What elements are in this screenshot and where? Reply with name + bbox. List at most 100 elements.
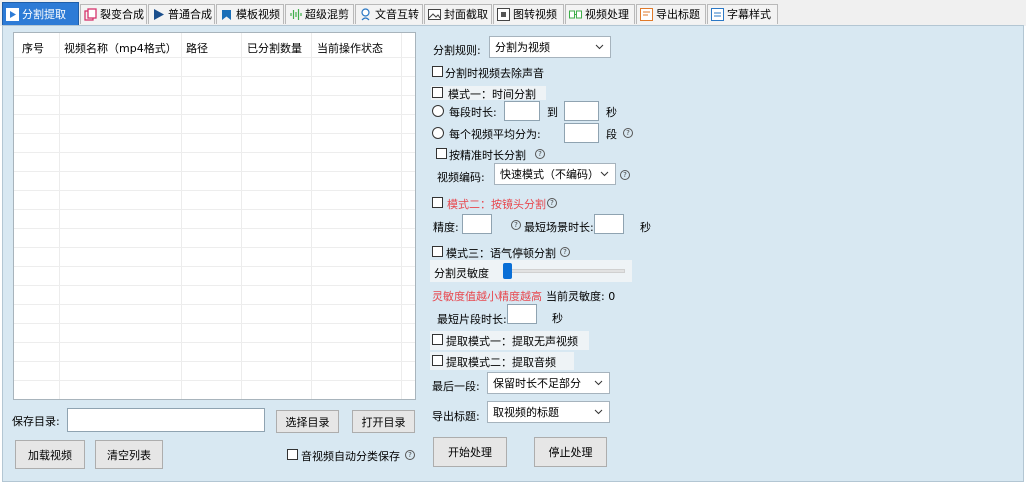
min-scene-label: 最短场景时长: [524,221,594,234]
grid-line [14,133,415,134]
help-icon[interactable]: ? [405,450,415,460]
precise-split-checkbox[interactable] [436,148,447,159]
tab-label: 模板视频 [236,8,280,21]
tab-label: 图转视频 [513,8,557,21]
last-segment-label: 最后一段: [432,380,480,393]
help-icon[interactable]: ? [535,149,545,159]
seconds-label: 秒 [606,106,617,119]
export-title-select[interactable]: 取视频的标题 [487,401,610,423]
extract-mode2-label: 提取模式二：提取音频 [446,356,556,369]
video-list[interactable]: 序号 视频名称（mp4格式） 路径 已分割数量 当前操作状态 [13,32,416,400]
last-segment-select[interactable]: 保留时长不足部分 [487,372,610,394]
per-segment-label: 每段时长: [449,106,497,119]
tab-label: 字幕样式 [727,8,771,21]
to-label: 到 [547,106,558,119]
grid-line [14,323,415,324]
start-button[interactable]: 开始处理 [433,437,507,467]
per-segment-to-input[interactable] [564,101,599,121]
help-icon[interactable]: ? [620,170,630,180]
per-segment-from-input[interactable] [504,101,540,121]
grid-line [14,76,415,77]
column-status[interactable]: 当前操作状态 [317,40,383,56]
precision-input[interactable] [462,214,492,234]
tab-cover-capture[interactable]: 封面截取 [424,4,492,24]
load-video-button[interactable]: 加载视频 [15,440,85,469]
grid-line [14,266,415,267]
split-icon [6,7,19,21]
video-codec-label: 视频编码: [437,171,485,184]
grid-line [14,247,415,248]
help-icon[interactable]: ? [623,128,633,138]
grid-line [14,152,415,153]
column-split-count[interactable]: 已分割数量 [247,40,302,56]
mode2-checkbox[interactable] [432,197,443,208]
tab-export-title[interactable]: 导出标题 [636,4,706,24]
grid-line [14,114,415,115]
open-dir-button[interactable]: 打开目录 [352,410,415,433]
subtitle-icon [711,8,724,21]
grid-line [14,285,415,286]
mute-on-split-label: 分割时视频去除声音 [445,67,544,80]
tab-image-to-video[interactable]: 图转视频 [493,4,564,24]
play-icon [152,8,165,21]
tab-normal-compose[interactable]: 普通合成 [148,4,215,24]
tab-label: 视频处理 [585,8,629,21]
mode1-checkbox[interactable] [432,87,443,98]
clear-list-button[interactable]: 清空列表 [95,440,163,469]
export-title-icon [640,8,653,21]
help-icon[interactable]: ? [511,220,521,230]
chevron-down-icon [600,171,609,177]
grid-line [14,228,415,229]
extract-mode2-checkbox[interactable] [432,355,443,366]
extract-mode1-label: 提取模式一：提取无声视频 [446,335,578,348]
split-rule-select[interactable]: 分割为视频 [489,36,611,58]
save-dir-input[interactable] [67,408,265,432]
grid-line [401,33,402,399]
tab-label: 超级混剪 [305,8,349,21]
tab-video-process[interactable]: 视频处理 [565,4,635,24]
auto-classify-label: 音视频自动分类保存 [301,450,400,463]
split-rule-value: 分割为视频 [495,41,550,54]
save-dir-label: 保存目录: [12,415,60,428]
tab-label: 裂变合成 [100,8,144,21]
mode3-label: 模式三：语气停顿分割 [446,247,556,260]
grid-line [14,95,415,96]
min-scene-input[interactable] [594,214,624,234]
tab-super-mix[interactable]: 超级混剪 [285,4,354,24]
grid-line [14,380,415,381]
tab-strip: 分割提取 裂变合成 普通合成 模板视频 超级混剪 文音互转 封面截取 图转视频 … [0,0,1026,26]
tab-template-video[interactable]: 模板视频 [216,4,284,24]
choose-dir-button[interactable]: 选择目录 [276,410,339,433]
avg-split-radio[interactable] [432,127,444,139]
auto-classify-checkbox[interactable] [287,449,298,460]
sensitivity-label: 分割灵敏度 [434,267,489,280]
tab-label: 分割提取 [22,7,66,21]
avg-split-input[interactable] [564,123,599,143]
column-index[interactable]: 序号 [22,40,44,56]
tab-subtitle-style[interactable]: 字幕样式 [707,4,778,24]
min-segment-input[interactable] [507,304,537,324]
grid-line [14,209,415,210]
mute-on-split-checkbox[interactable] [432,66,443,77]
tab-split-extract[interactable]: 分割提取 [2,2,79,25]
per-segment-radio[interactable] [432,105,444,117]
column-path[interactable]: 路径 [186,40,208,56]
last-segment-value: 保留时长不足部分 [493,377,581,390]
mode1-label: 模式一：时间分割 [448,88,536,101]
extract-mode1-checkbox[interactable] [432,334,443,345]
speaker-icon [359,8,372,21]
current-sensitivity: 当前灵敏度: 0 [546,290,616,303]
column-video-name[interactable]: 视频名称（mp4格式） [64,40,177,56]
sensitivity-slider-track[interactable] [505,269,625,273]
video-codec-select[interactable]: 快速模式（不编码） [494,163,616,185]
chevron-down-icon [594,409,603,415]
help-icon[interactable]: ? [560,247,570,257]
help-icon[interactable]: ? [547,198,557,208]
waveform-icon [289,8,302,21]
mode3-checkbox[interactable] [432,246,443,257]
chevron-down-icon [595,44,604,50]
tab-fission-compose[interactable]: 裂变合成 [80,4,147,24]
stop-button[interactable]: 停止处理 [534,437,607,467]
sensitivity-slider-thumb[interactable] [503,263,512,279]
tab-text-audio-convert[interactable]: 文音互转 [355,4,423,24]
